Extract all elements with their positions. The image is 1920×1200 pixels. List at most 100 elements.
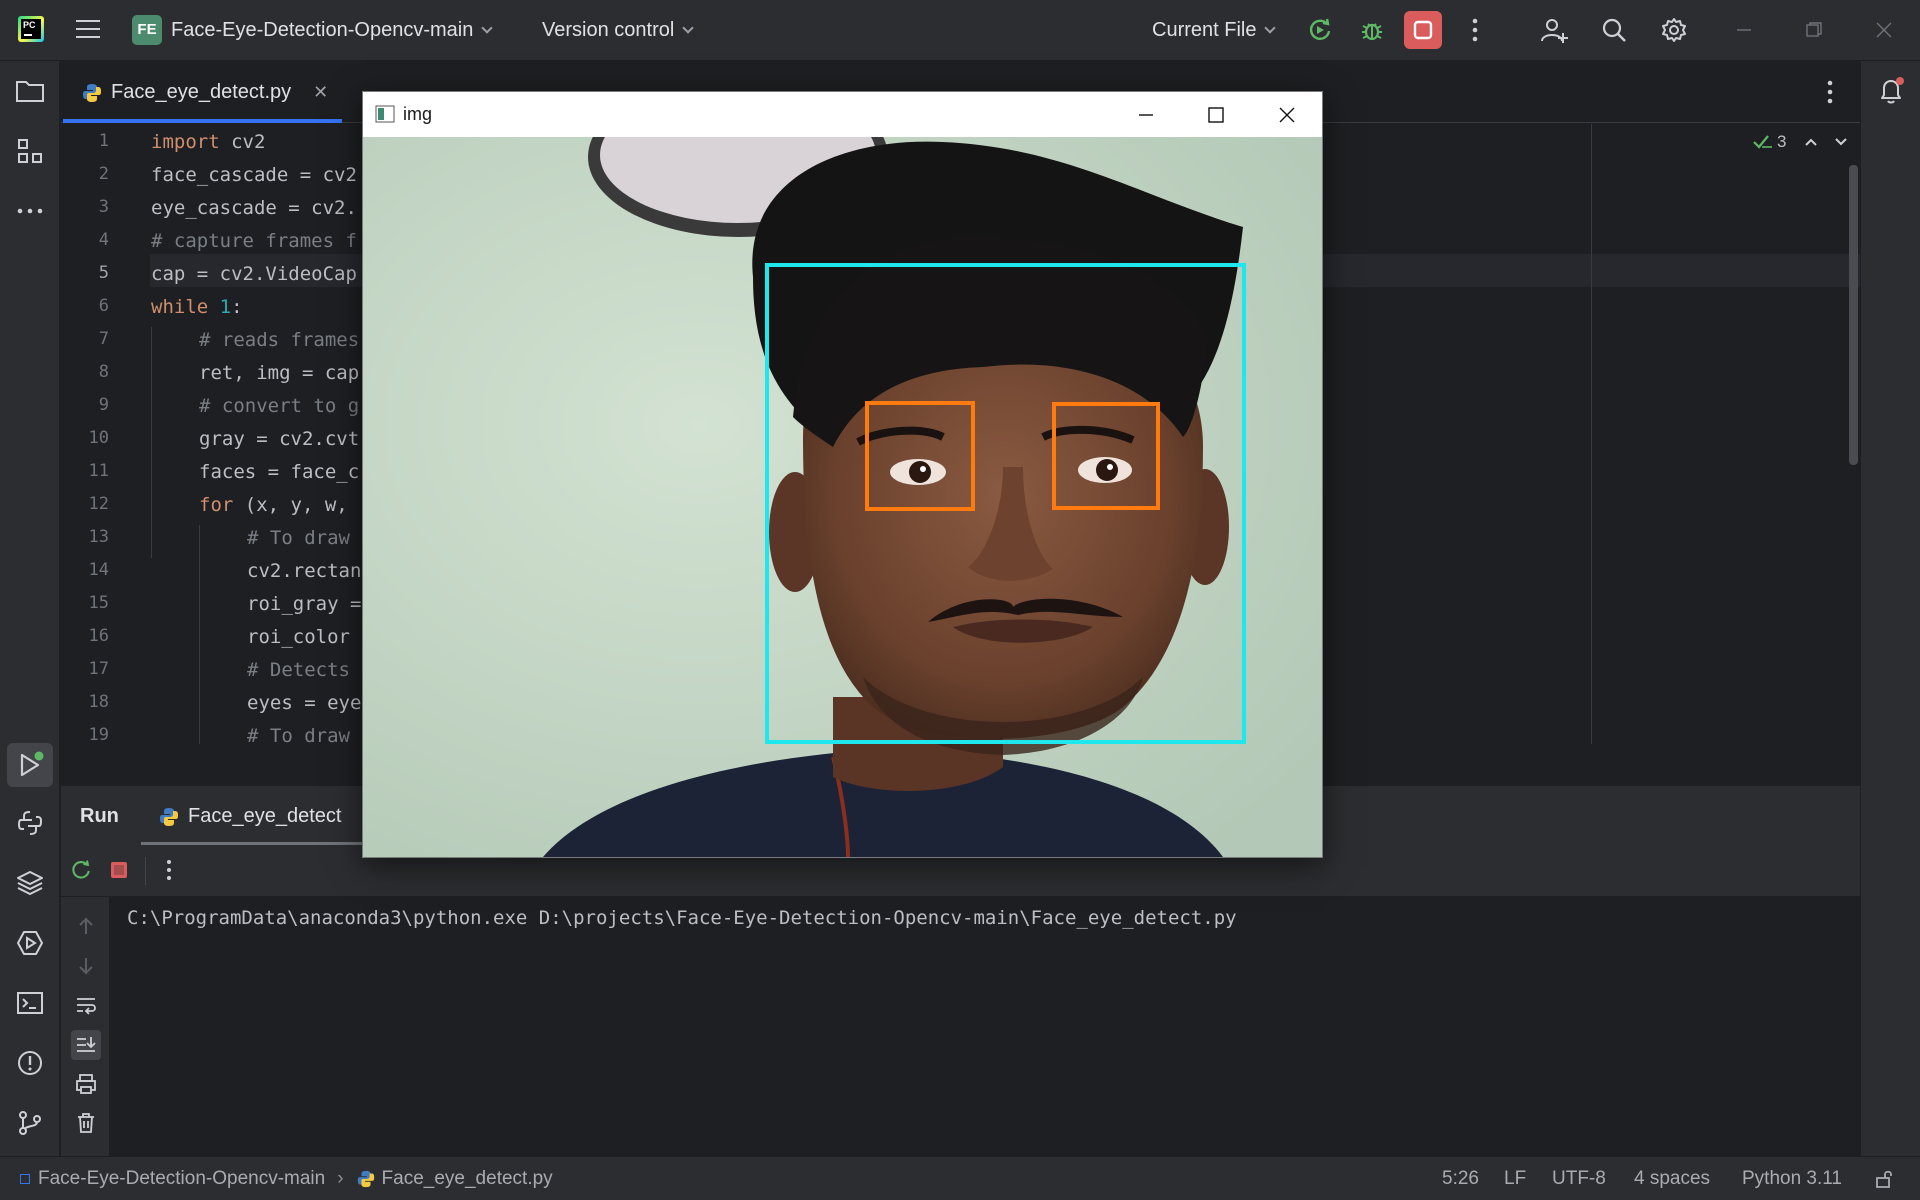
more-tools-icon[interactable] [14, 195, 46, 227]
indent-setting[interactable]: 4 spaces [1634, 1168, 1710, 1190]
line-number[interactable]: 15 [69, 593, 109, 613]
python-interpreter[interactable]: Python 3.11 [1742, 1168, 1842, 1190]
code-line: gray = cv2.cvt [199, 428, 359, 450]
run-tab-face-eye-detect[interactable]: Face_eye_detect [158, 805, 341, 828]
scroll-down-icon[interactable] [73, 953, 99, 979]
debug-icon[interactable] [1356, 14, 1388, 46]
services-icon[interactable] [14, 927, 46, 959]
project-badge[interactable]: FE [132, 15, 162, 45]
file-encoding[interactable]: UTF-8 [1552, 1168, 1606, 1190]
code-token: # To draw [247, 527, 350, 549]
opencv-image-window[interactable]: img [362, 91, 1323, 858]
line-number[interactable]: 3 [69, 197, 109, 217]
line-number[interactable]: 10 [69, 428, 109, 448]
scroll-up-icon[interactable] [73, 913, 99, 939]
code-token: roi_color [247, 626, 350, 648]
editor-scrollbar[interactable] [1849, 165, 1858, 465]
stop-icon[interactable] [109, 860, 129, 885]
inspection-widget[interactable]: 3 [1752, 132, 1848, 152]
line-number[interactable]: 19 [69, 725, 109, 745]
scroll-to-end-icon[interactable] [71, 1030, 101, 1060]
rerun-icon[interactable] [69, 858, 93, 887]
status-bar: Face-Eye-Detection-Opencv-main › Face_ey… [0, 1156, 1920, 1200]
active-tab-indicator [63, 119, 342, 123]
code-token: # capture frames f [151, 230, 357, 252]
line-number[interactable]: 1 [69, 131, 109, 151]
code-line: import cv2 [151, 131, 265, 153]
console-output[interactable]: C:\ProgramData\anaconda3\python.exe D:\p… [110, 897, 1860, 1156]
breadcrumb-file[interactable]: Face_eye_detect.py [382, 1168, 553, 1190]
chevron-up-icon[interactable] [1804, 132, 1818, 152]
problems-icon[interactable] [14, 1047, 46, 1079]
line-number[interactable]: 13 [69, 527, 109, 547]
breadcrumb-project[interactable]: Face-Eye-Detection-Opencv-main [38, 1168, 325, 1190]
project-folder-icon[interactable] [14, 75, 46, 107]
code-line: eyes = eye [247, 692, 361, 714]
line-number[interactable]: 2 [69, 164, 109, 184]
line-separator[interactable]: LF [1504, 1168, 1526, 1190]
trash-icon[interactable] [73, 1110, 99, 1136]
code-line: eye_cascade = cv2. [151, 197, 357, 219]
version-control-label: Version control [542, 19, 675, 41]
print-icon[interactable] [73, 1071, 99, 1097]
editor-more-icon[interactable] [1827, 80, 1833, 109]
opencv-window-titlebar[interactable]: img [363, 92, 1322, 137]
code-line: # reads frames [199, 329, 359, 351]
line-number[interactable]: 16 [69, 626, 109, 646]
code-line: # capture frames f [151, 230, 357, 252]
line-number[interactable]: 6 [69, 296, 109, 316]
chevron-down-icon [481, 22, 494, 34]
line-number[interactable]: 17 [69, 659, 109, 679]
version-control-menu[interactable]: Version control [542, 19, 694, 42]
line-number[interactable]: 5 [69, 263, 109, 283]
code-line: ret, img = cap [199, 362, 359, 384]
window-maximize-icon[interactable] [1205, 104, 1227, 131]
code-token: ret, img = cap [199, 362, 360, 384]
git-icon[interactable] [14, 1107, 46, 1139]
project-selector[interactable]: Face-Eye-Detection-Opencv-main [171, 19, 494, 42]
close-tab-icon[interactable]: ✕ [313, 82, 328, 103]
add-user-icon[interactable] [1538, 14, 1570, 46]
line-number[interactable]: 9 [69, 395, 109, 415]
code-token: gray = cv2.cvt [199, 428, 360, 450]
run-tool-icon[interactable] [7, 743, 53, 787]
caret-position[interactable]: 5:26 [1442, 1168, 1479, 1190]
chevron-down-icon [682, 22, 694, 34]
settings-icon[interactable] [1658, 14, 1690, 46]
python-console-icon[interactable] [14, 807, 46, 839]
main-menu-icon[interactable] [76, 20, 100, 40]
search-icon[interactable] [1598, 14, 1630, 46]
layers-icon[interactable] [14, 867, 46, 899]
line-number[interactable]: 7 [69, 329, 109, 349]
code-token: 1 [219, 296, 232, 318]
more-icon[interactable] [1459, 14, 1491, 46]
stop-icon[interactable] [1404, 11, 1442, 49]
lock-icon[interactable] [1874, 1169, 1894, 1195]
rerun-icon[interactable] [1304, 14, 1336, 46]
close-icon[interactable] [1868, 14, 1900, 46]
line-number[interactable]: 8 [69, 362, 109, 382]
code-token: roi_gray = [247, 593, 362, 615]
code-line: # Detects [247, 659, 350, 681]
window-close-icon[interactable] [1276, 104, 1298, 131]
line-number[interactable]: 4 [69, 230, 109, 250]
right-margin-guide [1591, 124, 1592, 744]
chevron-down-icon[interactable] [1834, 132, 1848, 152]
line-number[interactable]: 12 [69, 494, 109, 514]
minimize-icon[interactable] [1728, 14, 1760, 46]
line-number[interactable]: 14 [69, 560, 109, 580]
terminal-icon[interactable] [14, 987, 46, 1019]
structure-icon[interactable] [14, 135, 46, 167]
window-minimize-icon[interactable] [1135, 104, 1157, 131]
notifications-icon[interactable] [1875, 75, 1907, 107]
code-line: # To draw [247, 527, 350, 549]
soft-wrap-icon[interactable] [73, 992, 99, 1018]
line-number[interactable]: 11 [69, 461, 109, 481]
code-line: # To draw [247, 725, 350, 744]
line-number[interactable]: 18 [69, 692, 109, 712]
restore-icon[interactable] [1798, 14, 1830, 46]
run-more-icon[interactable] [166, 859, 172, 886]
webcam-frame [363, 137, 1322, 857]
run-config-selector[interactable]: Current File [1152, 19, 1277, 42]
editor-tab-face-eye-detect[interactable]: Face_eye_detect.py ✕ [81, 62, 328, 123]
